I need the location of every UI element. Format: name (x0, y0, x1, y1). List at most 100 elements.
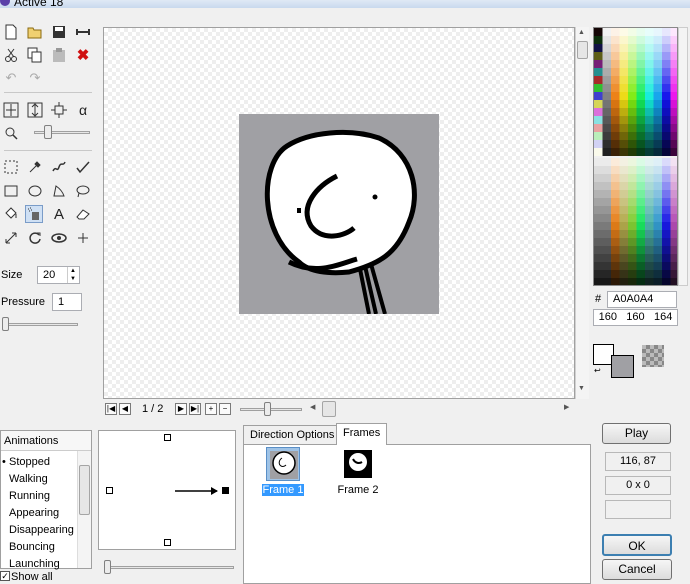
fill-bucket-icon[interactable] (2, 205, 20, 223)
scroll-left-icon[interactable]: ◀ (310, 403, 315, 411)
background-color-swatch[interactable] (611, 355, 634, 378)
flip-horizontal-icon[interactable] (2, 101, 20, 119)
palette-scrollbar[interactable] (678, 27, 688, 286)
animation-item[interactable]: Walking (9, 473, 48, 485)
pressure-input[interactable]: 1 (52, 293, 82, 311)
horizontal-scroll-thumb[interactable] (322, 401, 336, 417)
swap-colors-icon[interactable]: ↩ (594, 366, 601, 375)
canvas-vertical-scrollbar[interactable]: ▲ ▼ (575, 27, 589, 399)
palette-swatch (653, 166, 662, 174)
add-frame-button[interactable]: + (205, 403, 217, 415)
scroll-up-icon[interactable]: ▲ (578, 29, 585, 36)
animation-item[interactable]: Running (9, 490, 50, 502)
direction-slider[interactable] (104, 560, 111, 574)
palette-swatch (636, 246, 645, 254)
frame-1-label[interactable]: Frame 1 (262, 484, 304, 496)
line-icon[interactable] (2, 229, 20, 247)
palette-swatch (645, 108, 654, 116)
vertical-scroll-thumb[interactable] (577, 41, 588, 59)
size-spinner[interactable]: 20 ▲ ▼ (37, 266, 80, 284)
resize-icon[interactable] (50, 101, 68, 119)
palette-swatch (611, 182, 620, 190)
palette-swatch (636, 230, 645, 238)
tab-direction-options[interactable]: Direction Options (243, 425, 342, 444)
red-value[interactable]: 160 (599, 310, 617, 325)
delete-icon[interactable]: ✖ (74, 46, 92, 64)
lasso-icon[interactable] (74, 182, 92, 200)
direction-handle-bottom[interactable] (164, 539, 171, 546)
prev-frame-button[interactable]: ◀ (119, 403, 131, 415)
palette-swatch (602, 44, 611, 52)
palette-swatches[interactable] (594, 28, 678, 286)
spray-icon[interactable] (25, 205, 43, 223)
rgb-color-input[interactable]: 160 160 164 (593, 309, 678, 326)
next-frame-button[interactable]: ▶ (175, 403, 187, 415)
save-icon[interactable] (50, 23, 68, 41)
frames-panel[interactable]: Frame 1 Frame 2 (243, 444, 591, 584)
frame-2-thumbnail[interactable] (341, 447, 375, 481)
animations-scrollbar[interactable] (77, 451, 91, 568)
blue-value[interactable]: 164 (654, 310, 672, 325)
palette-swatch (670, 36, 677, 44)
frame-1-thumbnail[interactable] (266, 447, 300, 481)
spinner-arrows-icon[interactable]: ▲ ▼ (67, 267, 78, 283)
show-all-checkbox[interactable]: ✓ (0, 571, 10, 581)
last-frame-button[interactable]: ▶| (189, 403, 201, 415)
ok-button[interactable]: OK (602, 534, 672, 556)
first-frame-button[interactable]: |◀ (105, 403, 117, 415)
eyedropper-icon[interactable] (26, 158, 44, 176)
selection-size: 0 x 0 (605, 476, 671, 495)
ellipse-icon[interactable] (26, 182, 44, 200)
cancel-button[interactable]: Cancel (602, 559, 672, 580)
link-icon[interactable] (74, 23, 92, 41)
direction-handle-top[interactable] (164, 434, 171, 441)
palette-swatch (619, 190, 628, 198)
green-value[interactable]: 160 (626, 310, 644, 325)
text-icon[interactable]: A (50, 205, 68, 223)
drawing-canvas[interactable] (103, 27, 575, 399)
palette-swatch (594, 84, 603, 92)
new-file-icon[interactable] (2, 23, 20, 41)
animation-item[interactable]: • Stopped (2, 456, 50, 468)
open-folder-icon[interactable] (26, 23, 44, 41)
play-button[interactable]: Play (602, 423, 671, 444)
shape-icon[interactable] (50, 182, 68, 200)
palette-swatch (645, 92, 654, 100)
animation-item[interactable]: Appearing (9, 507, 59, 519)
direction-handle-left[interactable] (106, 487, 113, 494)
rotate-icon[interactable] (26, 229, 44, 247)
frame-2-label[interactable]: Frame 2 (336, 484, 380, 496)
animations-list[interactable]: Animations • Stopped Walking Running Appeari… (0, 430, 92, 570)
alpha-icon[interactable]: α (74, 101, 92, 119)
speed-slider[interactable] (264, 402, 271, 416)
animation-item[interactable]: Launching (9, 558, 60, 570)
transparent-color-icon[interactable] (642, 345, 664, 367)
scroll-right-icon[interactable]: ▶ (564, 403, 569, 411)
zoom-slider[interactable] (44, 125, 52, 139)
tab-frames[interactable]: Frames (336, 423, 388, 445)
pressure-slider[interactable] (2, 317, 9, 331)
direction-panel[interactable] (98, 430, 236, 550)
hotspot-icon[interactable] (74, 229, 92, 247)
palette-swatch (670, 158, 677, 166)
cut-icon[interactable] (2, 46, 20, 64)
color-palette[interactable] (593, 27, 678, 286)
eye-icon[interactable] (50, 229, 68, 247)
hex-color-input[interactable]: A0A0A4 (607, 291, 677, 308)
eraser-icon[interactable] (74, 205, 92, 223)
copy-icon[interactable] (26, 46, 44, 64)
animation-item[interactable]: Bouncing (9, 541, 55, 553)
flip-vertical-icon[interactable] (26, 101, 44, 119)
pen-icon[interactable] (74, 158, 92, 176)
brush-icon[interactable] (50, 158, 68, 176)
animation-item[interactable]: Disappearing (9, 524, 74, 536)
sprite-image[interactable] (239, 114, 439, 315)
rectangle-icon[interactable] (2, 182, 20, 200)
direction-handle-right[interactable] (222, 487, 229, 494)
palette-swatch (662, 238, 671, 246)
selection-icon[interactable] (2, 158, 20, 176)
palette-swatch (670, 206, 677, 214)
remove-frame-button[interactable]: − (219, 403, 231, 415)
scroll-down-icon[interactable]: ▼ (578, 385, 585, 392)
animations-scroll-thumb[interactable] (79, 465, 90, 515)
